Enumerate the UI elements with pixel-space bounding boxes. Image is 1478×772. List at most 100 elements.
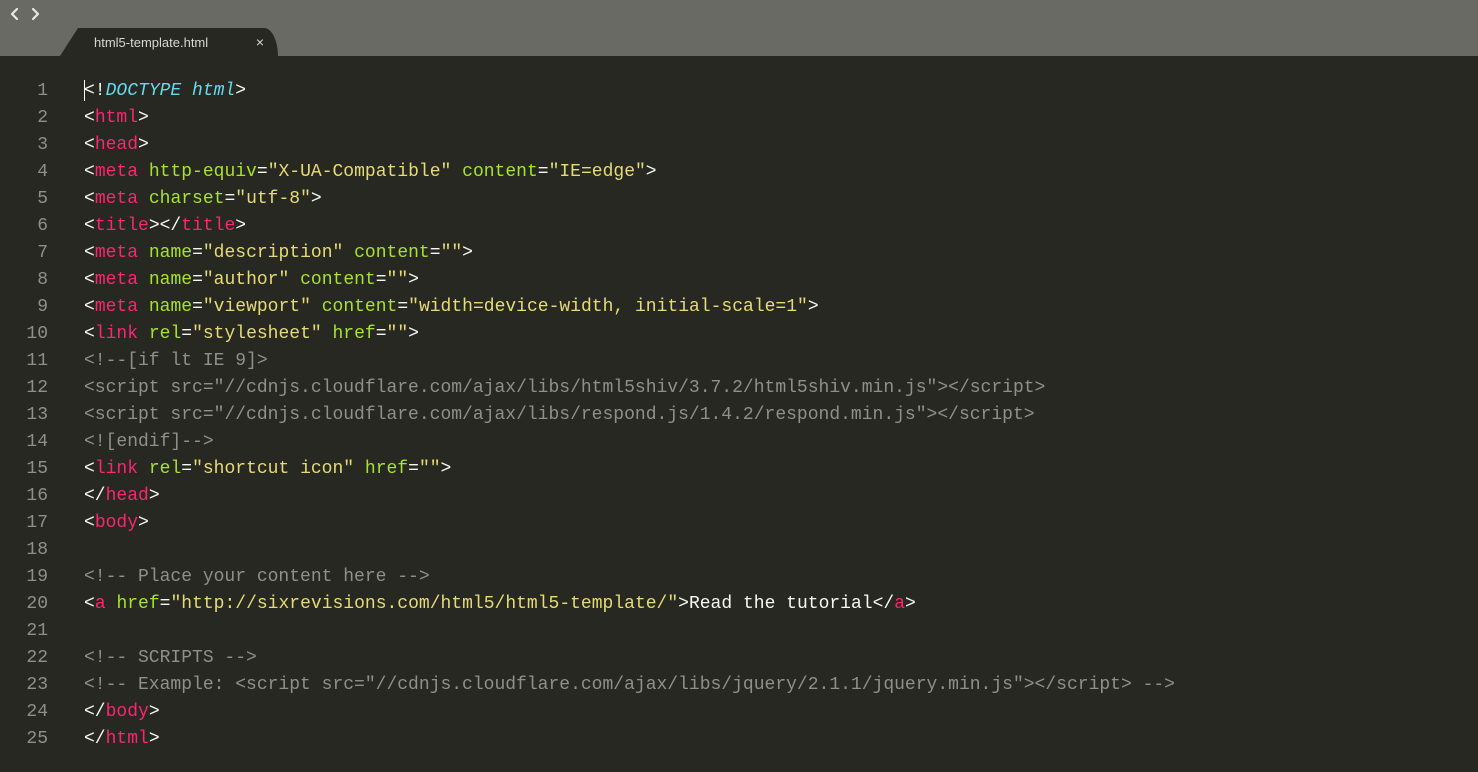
- code-line[interactable]: <meta name="description" content="">: [84, 240, 1478, 267]
- line-number: 9: [0, 294, 48, 321]
- token: <script src="//cdnjs.cloudflare.com/ajax…: [84, 378, 1045, 398]
- code-line[interactable]: <title></title>: [84, 213, 1478, 240]
- token: http-equiv: [149, 162, 257, 182]
- token: link: [95, 459, 138, 479]
- line-number: 8: [0, 267, 48, 294]
- line-number: 23: [0, 672, 48, 699]
- code-line[interactable]: <body>: [84, 510, 1478, 537]
- code-line[interactable]: <link rel="shortcut icon" href="">: [84, 456, 1478, 483]
- token: =: [538, 162, 549, 182]
- line-number: 25: [0, 726, 48, 753]
- token: [138, 270, 149, 290]
- token: [138, 297, 149, 317]
- token: >: [408, 324, 419, 344]
- token: meta: [95, 270, 138, 290]
- token: html: [192, 81, 235, 101]
- token: =: [160, 594, 171, 614]
- code-line[interactable]: <head>: [84, 132, 1478, 159]
- token: <!-- SCRIPTS -->: [84, 648, 257, 668]
- tab-file[interactable]: html5-template.html ×: [78, 28, 278, 56]
- token: <: [84, 243, 95, 263]
- code-line[interactable]: <meta http-equiv="X-UA-Compatible" conte…: [84, 159, 1478, 186]
- line-number: 14: [0, 429, 48, 456]
- token: =: [257, 162, 268, 182]
- editor-area[interactable]: 1234567891011121314151617181920212223242…: [0, 78, 1478, 753]
- code-line[interactable]: <meta name="author" content="">: [84, 267, 1478, 294]
- token: "shortcut icon": [192, 459, 354, 479]
- token: <: [84, 594, 95, 614]
- code-line[interactable]: <link rel="stylesheet" href="">: [84, 321, 1478, 348]
- token: <!-- Example: <script src="//cdnjs.cloud…: [84, 675, 1175, 695]
- token: ></: [149, 216, 181, 236]
- line-number: 13: [0, 402, 48, 429]
- code-line[interactable]: [84, 537, 1478, 564]
- code-line[interactable]: <!-- Example: <script src="//cdnjs.cloud…: [84, 672, 1478, 699]
- code-line[interactable]: <meta charset="utf-8">: [84, 186, 1478, 213]
- text-cursor: [84, 80, 85, 101]
- token: >: [235, 216, 246, 236]
- token: =: [181, 459, 192, 479]
- token: [138, 162, 149, 182]
- token: [289, 270, 300, 290]
- token: =: [192, 243, 203, 263]
- token: "IE=edge": [549, 162, 646, 182]
- token: name: [149, 243, 192, 263]
- token: >: [138, 108, 149, 128]
- token: <: [84, 108, 95, 128]
- code-line[interactable]: </body>: [84, 699, 1478, 726]
- line-number: 17: [0, 510, 48, 537]
- token: content: [322, 297, 398, 317]
- nav-forward-icon[interactable]: [28, 7, 42, 21]
- token: >: [462, 243, 473, 263]
- token: a: [95, 594, 106, 614]
- code-line[interactable]: <script src="//cdnjs.cloudflare.com/ajax…: [84, 375, 1478, 402]
- token: <!-- Place your content here -->: [84, 567, 430, 587]
- token: "X-UA-Compatible": [268, 162, 452, 182]
- code-line[interactable]: <!-- SCRIPTS -->: [84, 645, 1478, 672]
- token: >: [311, 189, 322, 209]
- code-line[interactable]: </head>: [84, 483, 1478, 510]
- code-line[interactable]: <html>: [84, 105, 1478, 132]
- token: "width=device-width, initial-scale=1": [408, 297, 808, 317]
- code-line[interactable]: <a href="http://sixrevisions.com/html5/h…: [84, 591, 1478, 618]
- token: [343, 243, 354, 263]
- line-number: 4: [0, 159, 48, 186]
- code-line[interactable]: <!-- Place your content here -->: [84, 564, 1478, 591]
- token: >: [646, 162, 657, 182]
- token: =: [376, 270, 387, 290]
- nav-back-icon[interactable]: [8, 7, 22, 21]
- token: "viewport": [203, 297, 311, 317]
- line-number: 12: [0, 375, 48, 402]
- code-line[interactable]: <meta name="viewport" content="width=dev…: [84, 294, 1478, 321]
- token: </: [84, 702, 106, 722]
- close-icon[interactable]: ×: [256, 35, 264, 49]
- token: [451, 162, 462, 182]
- token: content: [300, 270, 376, 290]
- token: html: [106, 729, 149, 749]
- code-line[interactable]: </html>: [84, 726, 1478, 753]
- token: [322, 324, 333, 344]
- token: href: [116, 594, 159, 614]
- token: meta: [95, 243, 138, 263]
- line-number: 5: [0, 186, 48, 213]
- code-line[interactable]: <![endif]-->: [84, 429, 1478, 456]
- code-content[interactable]: <!DOCTYPE html><html><head><meta http-eq…: [68, 78, 1478, 753]
- line-number: 6: [0, 213, 48, 240]
- token: [138, 189, 149, 209]
- token: [138, 324, 149, 344]
- token: <: [84, 459, 95, 479]
- code-line[interactable]: <!--[if lt IE 9]>: [84, 348, 1478, 375]
- token: >: [808, 297, 819, 317]
- token: name: [149, 297, 192, 317]
- code-line[interactable]: <!DOCTYPE html>: [84, 78, 1478, 105]
- line-number: 1: [0, 78, 48, 105]
- tab-file-label: html5-template.html: [94, 35, 208, 50]
- code-line[interactable]: <script src="//cdnjs.cloudflare.com/ajax…: [84, 402, 1478, 429]
- line-number: 11: [0, 348, 48, 375]
- token: [354, 459, 365, 479]
- token: meta: [95, 162, 138, 182]
- code-line[interactable]: [84, 618, 1478, 645]
- token: "": [441, 243, 463, 263]
- token: <: [84, 270, 95, 290]
- token: >: [149, 702, 160, 722]
